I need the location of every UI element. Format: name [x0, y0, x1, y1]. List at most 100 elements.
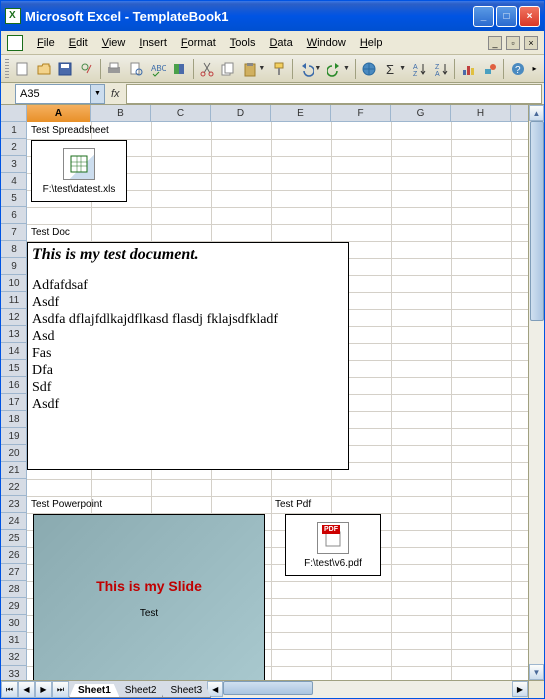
- row-header-10[interactable]: 10: [1, 275, 27, 292]
- workbook-icon[interactable]: [7, 35, 23, 51]
- maximize-button[interactable]: □: [496, 6, 517, 27]
- row-header-13[interactable]: 13: [1, 326, 27, 343]
- menu-format[interactable]: Format: [175, 35, 222, 51]
- vertical-scrollbar[interactable]: ▲ ▼: [528, 105, 544, 680]
- row-header-9[interactable]: 9: [1, 258, 27, 275]
- col-header-D[interactable]: D: [211, 105, 271, 122]
- spelling-button[interactable]: ABC: [147, 58, 168, 80]
- row-header-30[interactable]: 30: [1, 615, 27, 632]
- col-header-F[interactable]: F: [331, 105, 391, 122]
- formula-bar[interactable]: [126, 84, 542, 104]
- menu-help[interactable]: Help: [354, 35, 389, 51]
- sheet-tab-sheet3[interactable]: Sheet3: [162, 684, 212, 698]
- row-header-32[interactable]: 32: [1, 649, 27, 666]
- research-button[interactable]: [169, 58, 190, 80]
- row-header-22[interactable]: 22: [1, 479, 27, 496]
- row-header-12[interactable]: 12: [1, 309, 27, 326]
- new-button[interactable]: [12, 58, 33, 80]
- embedded-xls-object[interactable]: F:\test\datest.xls: [31, 140, 127, 202]
- row-header-17[interactable]: 17: [1, 394, 27, 411]
- menu-tools[interactable]: Tools: [224, 35, 262, 51]
- scroll-up-button[interactable]: ▲: [529, 105, 544, 121]
- save-button[interactable]: [55, 58, 76, 80]
- row-header-4[interactable]: 4: [1, 173, 27, 190]
- doc-restore-button[interactable]: ▫: [506, 36, 520, 50]
- fx-label[interactable]: fx: [111, 88, 120, 100]
- select-all-corner[interactable]: [1, 105, 27, 122]
- row-header-16[interactable]: 16: [1, 377, 27, 394]
- col-header-E[interactable]: E: [271, 105, 331, 122]
- sort-asc-button[interactable]: AZ: [409, 58, 430, 80]
- copy-button[interactable]: [218, 58, 239, 80]
- tab-nav-prev[interactable]: ◀: [18, 681, 35, 698]
- print-preview-button[interactable]: [126, 58, 147, 80]
- row-header-28[interactable]: 28: [1, 581, 27, 598]
- row-header-11[interactable]: 11: [1, 292, 27, 309]
- name-box[interactable]: A35 ▼: [15, 84, 105, 104]
- cell-A23[interactable]: Test Powerpoint: [29, 498, 104, 511]
- row-header-29[interactable]: 29: [1, 598, 27, 615]
- row-header-2[interactable]: 2: [1, 139, 27, 156]
- row-header-25[interactable]: 25: [1, 530, 27, 547]
- scroll-thumb-v[interactable]: [530, 121, 544, 321]
- cells-area[interactable]: Test SpreadsheetTest DocTest PowerpointT…: [27, 122, 528, 680]
- toolbar-options-button[interactable]: ▸: [529, 58, 540, 80]
- row-header-33[interactable]: 33: [1, 666, 27, 680]
- menu-window[interactable]: Window: [301, 35, 352, 51]
- embedded-ppt-object[interactable]: This is my Slide Test: [33, 514, 265, 680]
- col-header-A[interactable]: A: [27, 105, 91, 122]
- minimize-button[interactable]: _: [473, 6, 494, 27]
- menu-edit[interactable]: Edit: [63, 35, 94, 51]
- cut-button[interactable]: [197, 58, 218, 80]
- open-button[interactable]: [33, 58, 54, 80]
- col-header-B[interactable]: B: [91, 105, 151, 122]
- tab-nav-first[interactable]: ⏮: [1, 681, 18, 698]
- row-header-19[interactable]: 19: [1, 428, 27, 445]
- menu-data[interactable]: Data: [263, 35, 298, 51]
- row-header-31[interactable]: 31: [1, 632, 27, 649]
- row-header-7[interactable]: 7: [1, 224, 27, 241]
- redo-button[interactable]: [324, 58, 345, 80]
- doc-close-button[interactable]: ×: [524, 36, 538, 50]
- format-painter-button[interactable]: [268, 58, 289, 80]
- name-box-dropdown[interactable]: ▼: [90, 85, 104, 103]
- row-header-21[interactable]: 21: [1, 462, 27, 479]
- sheet-tab-sheet2[interactable]: Sheet2: [116, 684, 166, 698]
- hyperlink-button[interactable]: [359, 58, 380, 80]
- print-button[interactable]: [104, 58, 125, 80]
- chart-wizard-button[interactable]: [458, 58, 479, 80]
- row-header-3[interactable]: 3: [1, 156, 27, 173]
- row-header-20[interactable]: 20: [1, 445, 27, 462]
- row-header-5[interactable]: 5: [1, 190, 27, 207]
- row-header-26[interactable]: 26: [1, 547, 27, 564]
- toolbar-grip[interactable]: [5, 59, 9, 79]
- titlebar[interactable]: Microsoft Excel - TemplateBook1 _ □ ×: [1, 1, 544, 31]
- row-header-8[interactable]: 8: [1, 241, 27, 258]
- row-header-24[interactable]: 24: [1, 513, 27, 530]
- sheet-tab-sheet1[interactable]: Sheet1: [69, 684, 120, 698]
- close-button[interactable]: ×: [519, 6, 540, 27]
- menu-view[interactable]: View: [96, 35, 132, 51]
- tab-nav-next[interactable]: ▶: [35, 681, 52, 698]
- row-header-18[interactable]: 18: [1, 411, 27, 428]
- row-header-14[interactable]: 14: [1, 343, 27, 360]
- row-header-27[interactable]: 27: [1, 564, 27, 581]
- menu-file[interactable]: File: [31, 35, 61, 51]
- permission-button[interactable]: [77, 58, 98, 80]
- embedded-doc-object[interactable]: This is my test document. AdfafdsafAsdfA…: [27, 242, 349, 470]
- horizontal-scrollbar[interactable]: ◀ ▶: [207, 681, 528, 698]
- col-header-G[interactable]: G: [391, 105, 451, 122]
- tab-nav-last[interactable]: ⏭: [52, 681, 69, 698]
- scroll-down-button[interactable]: ▼: [529, 664, 544, 680]
- drawing-toolbar-button[interactable]: [480, 58, 501, 80]
- row-header-15[interactable]: 15: [1, 360, 27, 377]
- row-header-1[interactable]: 1: [1, 122, 27, 139]
- embedded-pdf-object[interactable]: F:\test\v6.pdf: [285, 514, 381, 576]
- paste-button[interactable]: [240, 58, 261, 80]
- help-button[interactable]: ?: [507, 58, 528, 80]
- col-header-C[interactable]: C: [151, 105, 211, 122]
- undo-button[interactable]: [296, 58, 317, 80]
- scroll-thumb-h[interactable]: [223, 681, 313, 695]
- scroll-right-button[interactable]: ▶: [512, 681, 528, 697]
- sort-desc-button[interactable]: ZA: [431, 58, 452, 80]
